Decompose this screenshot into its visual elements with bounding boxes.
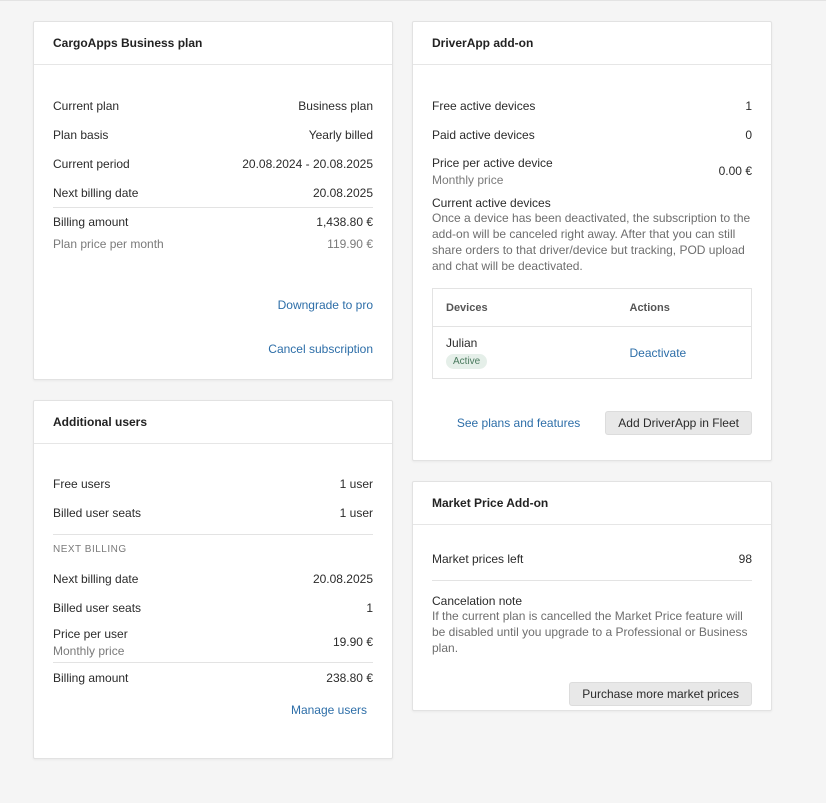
- devices-table: Devices Actions Julian Active Deactivate: [432, 288, 752, 379]
- plan-row-plan-basis: Plan basis Yearly billed: [53, 127, 373, 142]
- market-price-card: Market Price Add-on Market prices left 9…: [412, 481, 772, 711]
- manage-users-link[interactable]: Manage users: [291, 703, 367, 717]
- additional-users-card: Additional users Free users 1 user Bille…: [33, 400, 393, 759]
- market-price-title: Market Price Add-on: [413, 482, 771, 525]
- cancel-subscription-link[interactable]: Cancel subscription: [268, 342, 373, 356]
- cancelation-note-text: If the current plan is cancelled the Mar…: [432, 609, 748, 655]
- divider: [432, 580, 752, 581]
- plan-row-current-plan: Current plan Business plan: [53, 98, 373, 113]
- driverapp-title: DriverApp add-on: [413, 22, 771, 65]
- downgrade-link[interactable]: Downgrade to pro: [278, 298, 373, 312]
- deactivation-note: Once a device has been deactivated, the …: [432, 211, 751, 273]
- col-actions: Actions: [616, 288, 752, 327]
- additional-users-title: Additional users: [34, 401, 392, 444]
- plan-row-price-per-month: Plan price per month 119.90 €: [53, 237, 373, 251]
- see-plans-link[interactable]: See plans and features: [457, 416, 580, 430]
- current-devices-section: Current active devices Once a device has…: [432, 196, 751, 273]
- table-row: Julian Active Deactivate: [433, 327, 752, 379]
- price-per-user-row: Price per user Monthly price 19.90 €: [53, 626, 373, 658]
- driverapp-card: DriverApp add-on Free active devices 1 P…: [412, 21, 772, 461]
- prices-left-row: Market prices left 98: [432, 552, 752, 566]
- free-users-row: Free users 1 user: [53, 476, 373, 491]
- plan-row-next-billing: Next billing date 20.08.2025: [53, 185, 373, 200]
- plan-row-billing-amount: Billing amount 1,438.80 €: [53, 215, 373, 229]
- business-plan-card: CargoApps Business plan Current plan Bus…: [33, 21, 393, 380]
- purchase-market-prices-button[interactable]: Purchase more market prices: [569, 682, 752, 706]
- billed-seats-row: Billed user seats 1 user: [53, 505, 373, 520]
- business-plan-title: CargoApps Business plan: [34, 22, 392, 65]
- deactivate-link[interactable]: Deactivate: [630, 346, 687, 360]
- status-badge: Active: [446, 354, 488, 369]
- next-billed-seats-row: Billed user seats 1: [53, 600, 373, 615]
- next-billing-caption: NEXT BILLING: [53, 544, 127, 555]
- action-cell: Deactivate: [617, 327, 752, 379]
- paid-devices-row: Paid active devices 0: [432, 127, 752, 142]
- free-devices-row: Free active devices 1: [432, 98, 752, 113]
- next-billing-date-row: Next billing date 20.08.2025: [53, 571, 373, 586]
- plan-row-current-period: Current period 20.08.2024 - 20.08.2025: [53, 156, 373, 171]
- table-header-row: Devices Actions: [432, 288, 752, 327]
- users-billing-amount-row: Billing amount 238.80 €: [53, 670, 373, 685]
- device-cell: Julian Active: [433, 327, 617, 379]
- cancelation-note-section: Cancelation note If the current plan is …: [432, 594, 752, 656]
- price-per-device-row: Price per active device Monthly price 0.…: [432, 155, 752, 187]
- col-devices: Devices: [432, 288, 617, 327]
- add-driverapp-button[interactable]: Add DriverApp in Fleet: [605, 411, 752, 435]
- device-name: Julian: [446, 336, 478, 350]
